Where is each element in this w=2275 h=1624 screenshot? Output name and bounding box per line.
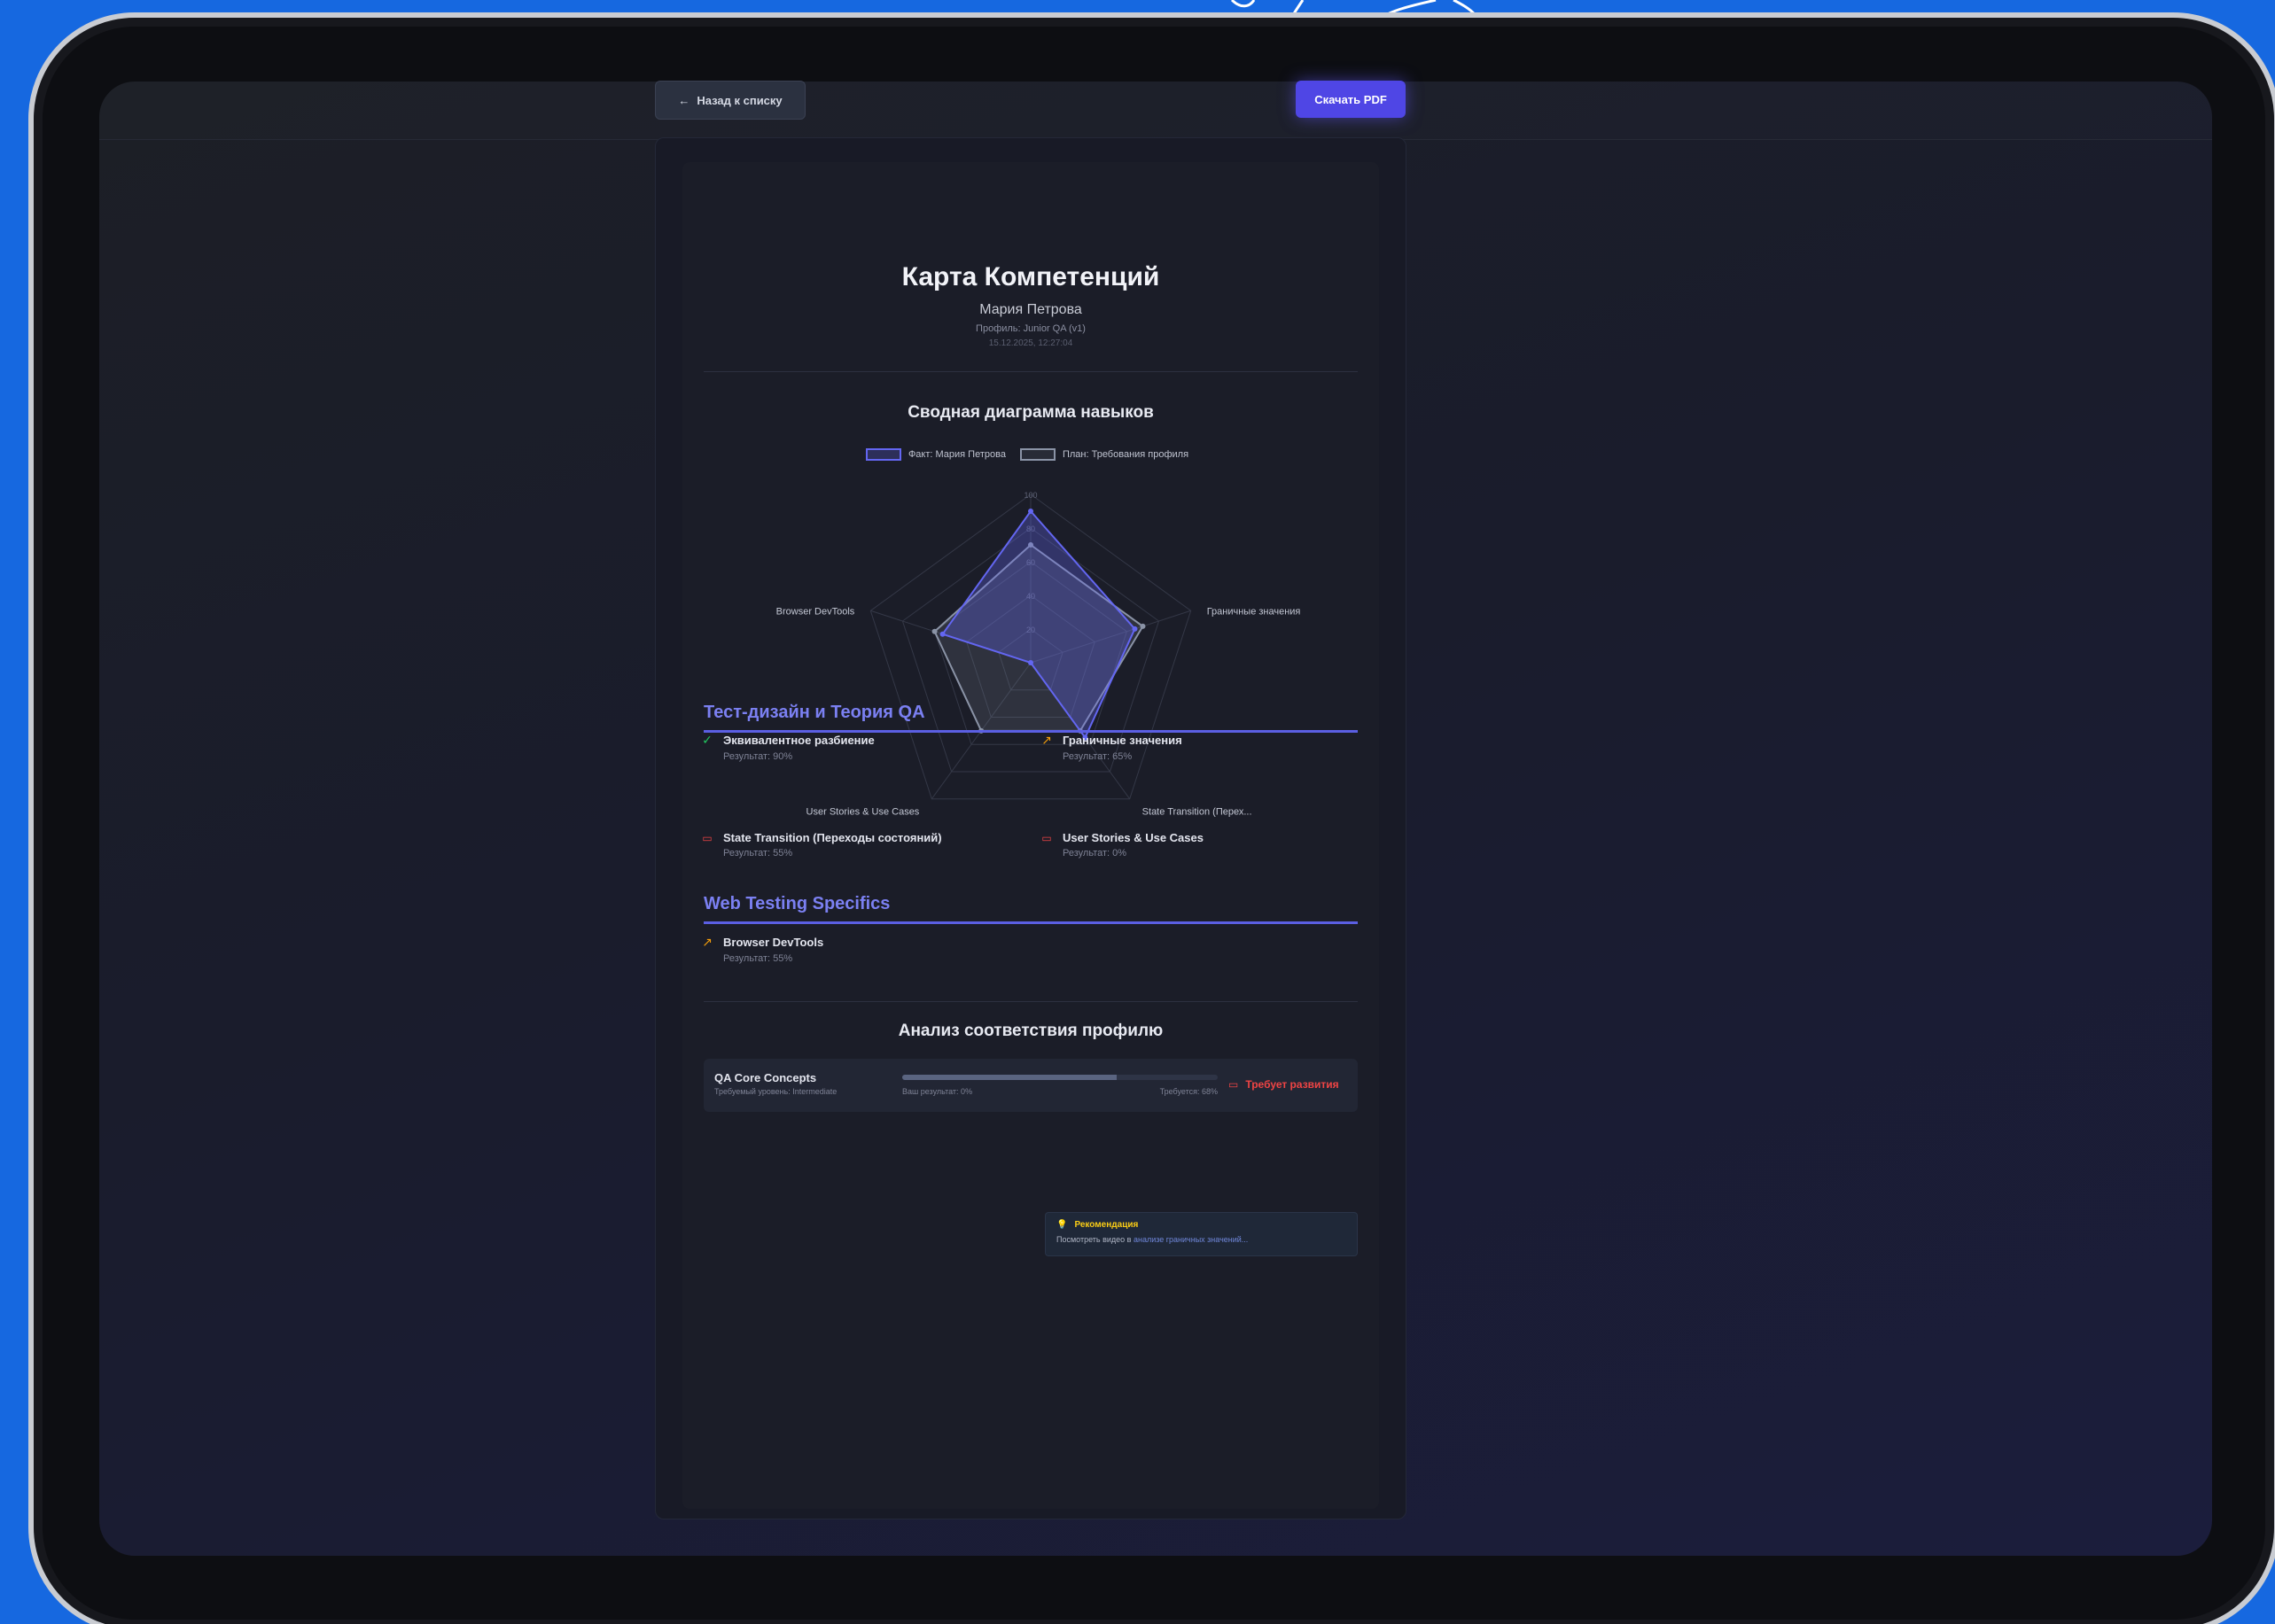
book-icon: ▭ <box>1228 1078 1239 1091</box>
progress-fill <box>902 1075 1118 1080</box>
skill-item: ↗ Граничные значения Результат: 65% <box>1040 733 1182 762</box>
arrow-left-icon: ← <box>678 93 690 107</box>
check-icon: ✓ <box>702 733 713 747</box>
skill-item: ▭ User Stories & Use Cases Результат: 0% <box>1040 831 1204 859</box>
skill-item: ↗ Browser DevTools Результат: 55% <box>700 935 823 964</box>
book-icon: ▭ <box>702 831 713 844</box>
divider <box>704 1001 1358 1002</box>
match-row: QA Core Concepts Требуемый уровень: Inte… <box>704 1059 1358 1112</box>
back-to-list-button[interactable]: ← Назад к списку <box>655 81 806 120</box>
book-icon: ▭ <box>1041 831 1052 844</box>
trend-up-icon: ↗ <box>702 935 713 949</box>
skill-item: ▭ State Transition (Переходы состояний) Р… <box>700 831 941 859</box>
progress-bar <box>902 1075 1218 1080</box>
section-title-web-testing: Web Testing Specifics <box>704 894 1358 924</box>
recommendation-box: 💡 Рекомендация Посмотреть видео в анализе… <box>1045 1212 1358 1256</box>
section-title-test-design: Тест-дизайн и Теория QA <box>704 703 1358 733</box>
analysis-title: Анализ соответствия профилю <box>898 1022 1164 1040</box>
sections-layer: Тест-дизайн и Теория QA ✓ Эквивалентное р… <box>682 162 1379 1509</box>
download-pdf-button[interactable]: Скачать PDF <box>1296 81 1406 118</box>
recommendation-link[interactable]: анализе граничных значений... <box>1134 1235 1248 1244</box>
skill-item: ✓ Эквивалентное разбиение Результат: 90% <box>700 733 875 762</box>
top-bar <box>99 82 2212 140</box>
status-badge: ▭ Требует развития <box>1228 1078 1339 1091</box>
lightbulb-icon: 💡 <box>1056 1220 1068 1230</box>
trend-up-icon: ↗ <box>1041 733 1052 747</box>
